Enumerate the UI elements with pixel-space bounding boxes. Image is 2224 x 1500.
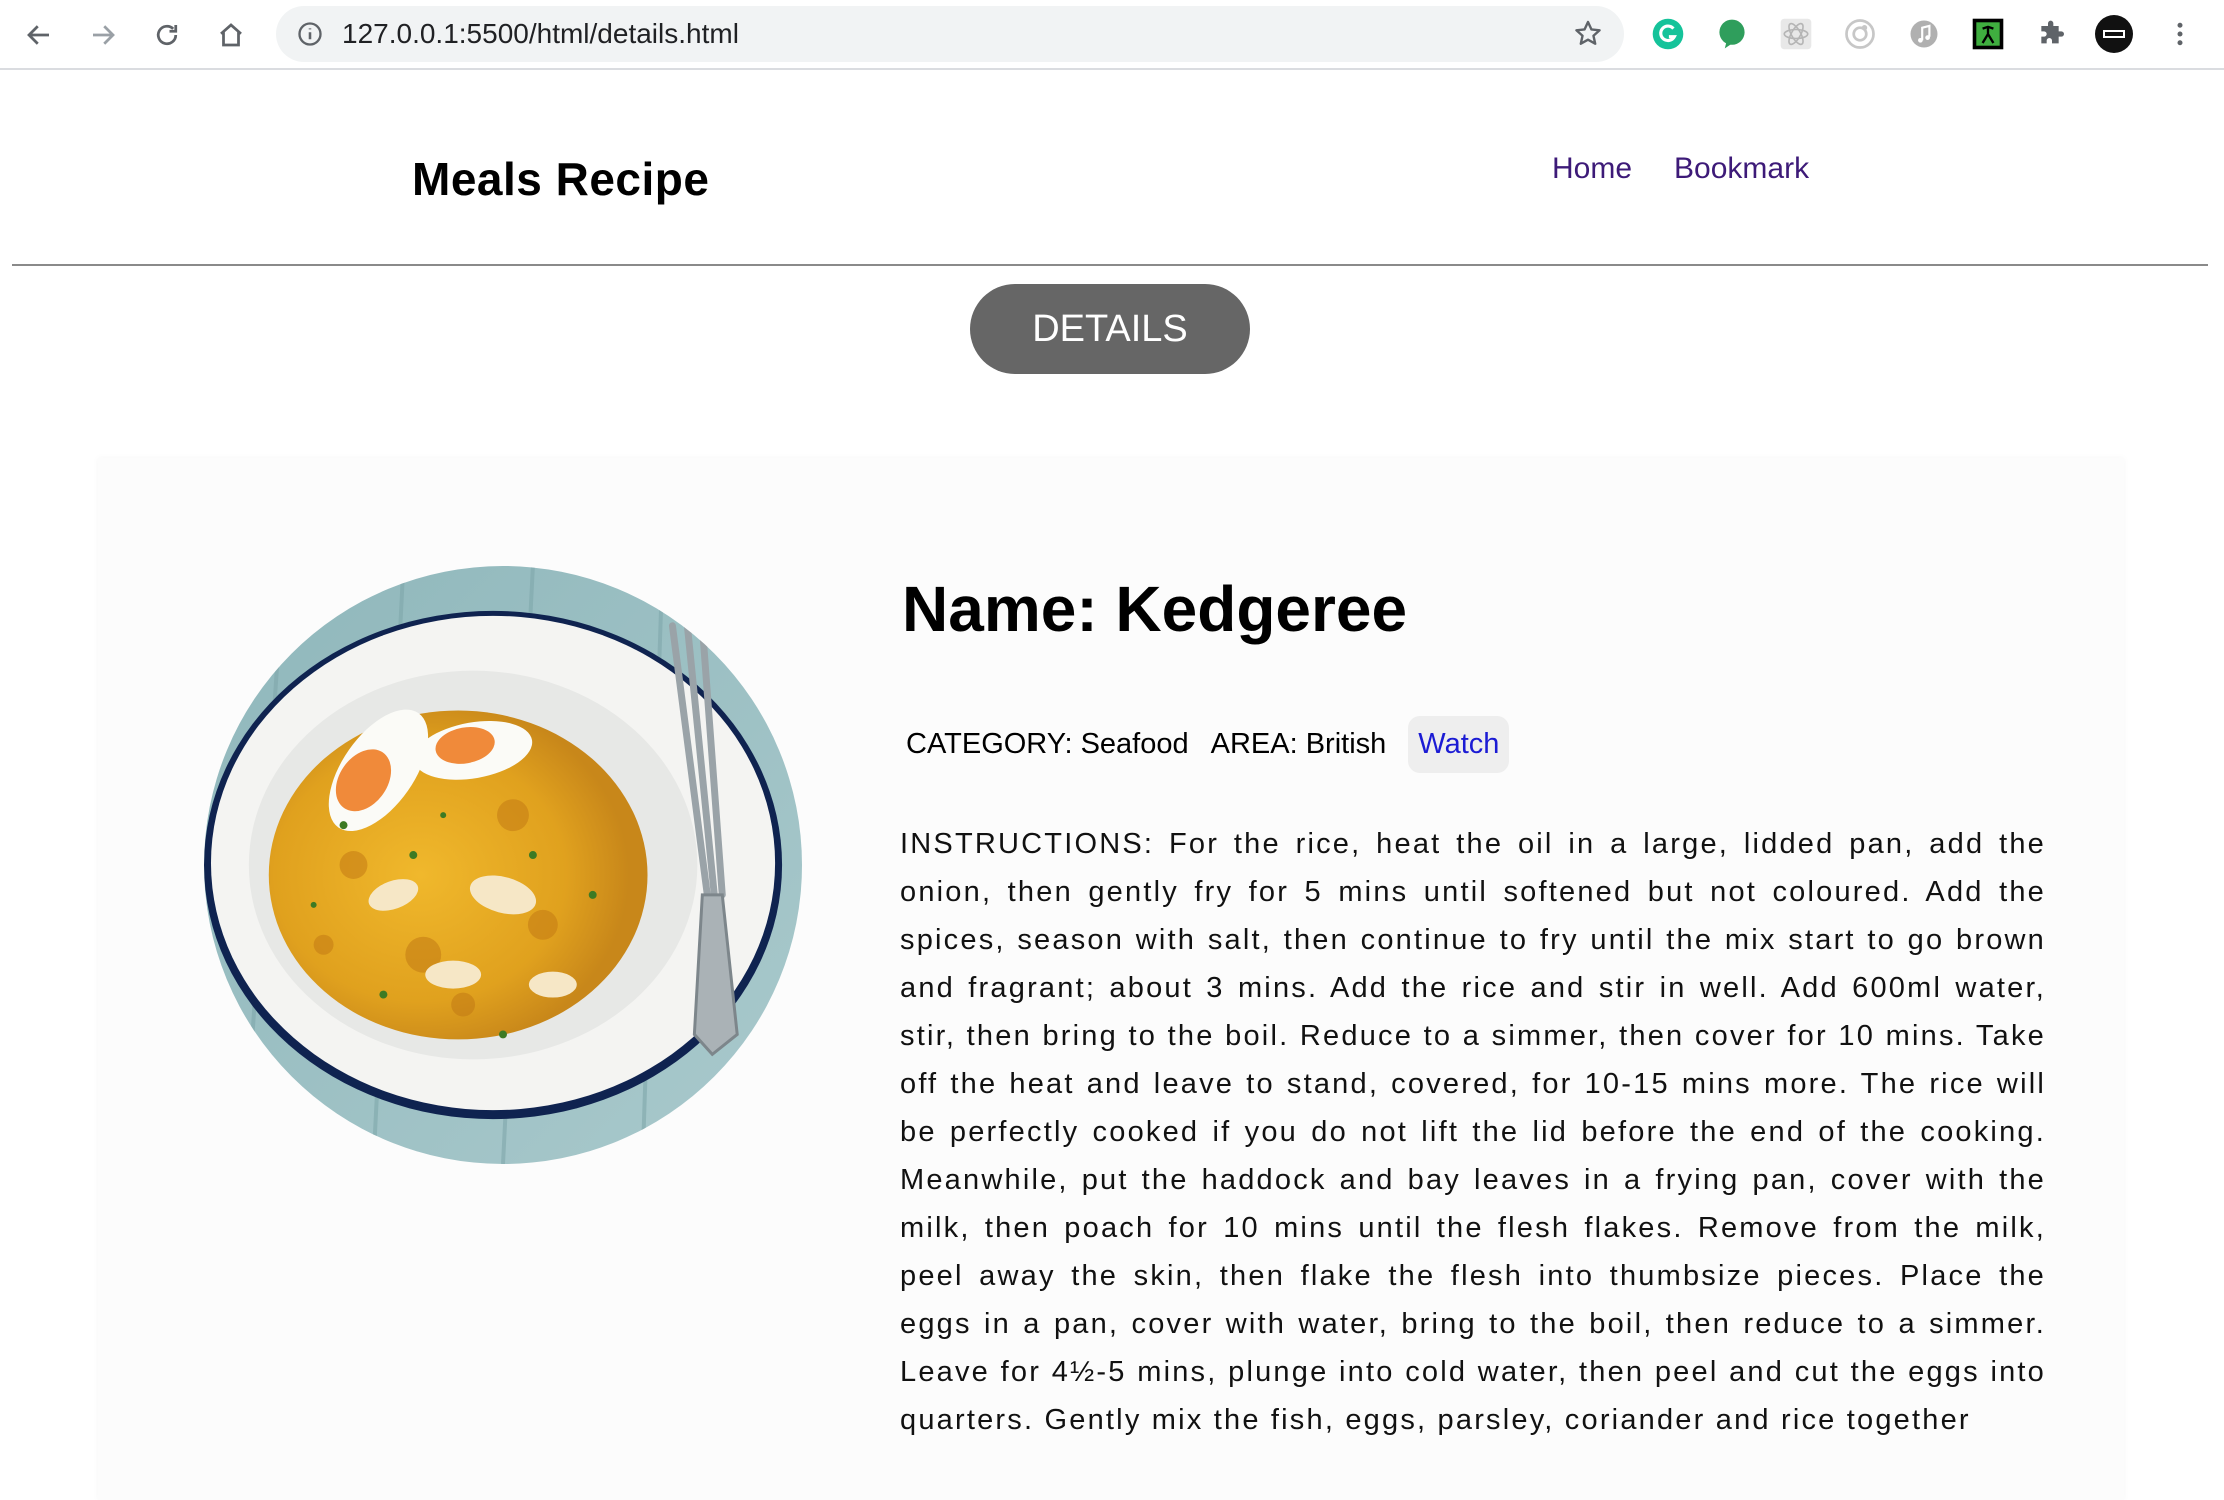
meal-meta: CATEGORY: Seafood AREA: British Watch xyxy=(906,716,1510,773)
forward-button[interactable] xyxy=(82,14,124,56)
meal-image xyxy=(204,566,802,1164)
music-extension-icon[interactable] xyxy=(1904,14,1944,54)
fitness-extension-icon[interactable] xyxy=(1968,14,2008,54)
main-nav: Home Bookmark xyxy=(1552,152,1809,186)
browser-toolbar: 127.0.0.1:5500/html/details.html xyxy=(0,0,2224,70)
meal-title: Name: Kedgeree xyxy=(902,573,1408,645)
chrome-menu-icon[interactable] xyxy=(2160,14,2200,54)
recipe-card: Name: Kedgeree CATEGORY: Seafood AREA: B… xyxy=(98,458,2124,1500)
meal-area: AREA: British xyxy=(1210,728,1387,760)
grammarly-extension-icon[interactable] xyxy=(1648,14,1688,54)
reload-button[interactable] xyxy=(146,14,188,56)
nav-home-link[interactable]: Home xyxy=(1552,152,1632,186)
meal-category: CATEGORY: Seafood xyxy=(906,728,1189,760)
site-header: Meals Recipe Home Bookmark xyxy=(12,70,2208,266)
watch-link[interactable]: Watch xyxy=(1408,716,1510,773)
url-text[interactable]: 127.0.0.1:5500/html/details.html xyxy=(342,6,739,62)
home-icon xyxy=(220,23,242,47)
meal-instructions: INSTRUCTIONS: For the rice, heat the oil… xyxy=(900,828,2046,1436)
info-icon[interactable] xyxy=(296,20,324,48)
target-extension-icon[interactable] xyxy=(1840,14,1880,54)
site-logo[interactable]: Meals Recipe xyxy=(412,152,709,206)
address-bar[interactable]: 127.0.0.1:5500/html/details.html xyxy=(276,6,1624,62)
chat-extension-icon[interactable] xyxy=(1712,14,1752,54)
home-button[interactable] xyxy=(210,14,252,56)
nav-bookmark-link[interactable]: Bookmark xyxy=(1674,152,1809,186)
details-badge: DETAILS xyxy=(970,284,1250,374)
bookmark-star-icon[interactable] xyxy=(1572,18,1604,50)
back-button[interactable] xyxy=(18,14,60,56)
react-devtools-extension-icon[interactable] xyxy=(1776,14,1816,54)
arrow-left-icon xyxy=(27,25,49,45)
arrow-right-icon xyxy=(93,25,115,45)
extensions-puzzle-icon[interactable] xyxy=(2032,14,2072,54)
profile-avatar-icon[interactable] xyxy=(2094,14,2134,54)
reload-icon xyxy=(156,24,178,46)
